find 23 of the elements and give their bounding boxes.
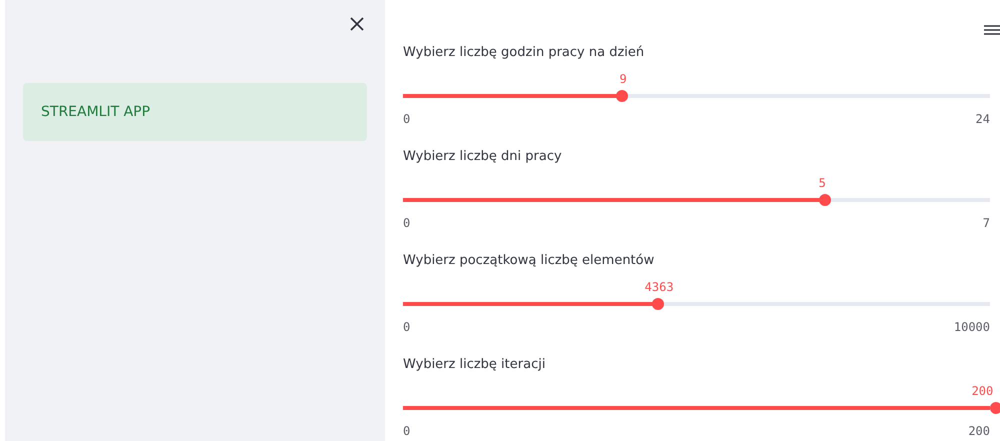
menu-icon[interactable] (984, 24, 1000, 36)
slider-thumb[interactable] (990, 402, 1000, 414)
max-value: 24 (976, 112, 990, 126)
slider-value: 4363 (644, 280, 674, 294)
max-value: 7 (982, 216, 990, 230)
slider-value: 200 (972, 384, 994, 398)
min-value: 0 (403, 424, 410, 438)
slider-thumb[interactable] (652, 298, 664, 310)
slider-label: Wybierz liczbę iteracji (403, 356, 546, 374)
min-value: 0 (403, 112, 410, 126)
sidebar-item[interactable]: STREAMLIT APP (23, 83, 367, 141)
slider-label: Wybierz liczbę godzin pracy na dzień (403, 44, 646, 62)
slider-thumb[interactable] (818, 194, 831, 206)
slider-thumb[interactable] (616, 90, 628, 102)
slider-value: 9 (620, 72, 627, 86)
min-value: 0 (403, 216, 410, 230)
max-value: 200 (968, 424, 990, 438)
close-icon[interactable] (350, 17, 364, 31)
min-value: 0 (403, 320, 410, 334)
slider-label: Wybierz początkową liczbę elementów (403, 252, 656, 270)
slider-value: 5 (818, 176, 826, 190)
max-value: 10000 (954, 320, 990, 334)
slider-label: Wybierz liczbę dni pracy (403, 148, 563, 166)
